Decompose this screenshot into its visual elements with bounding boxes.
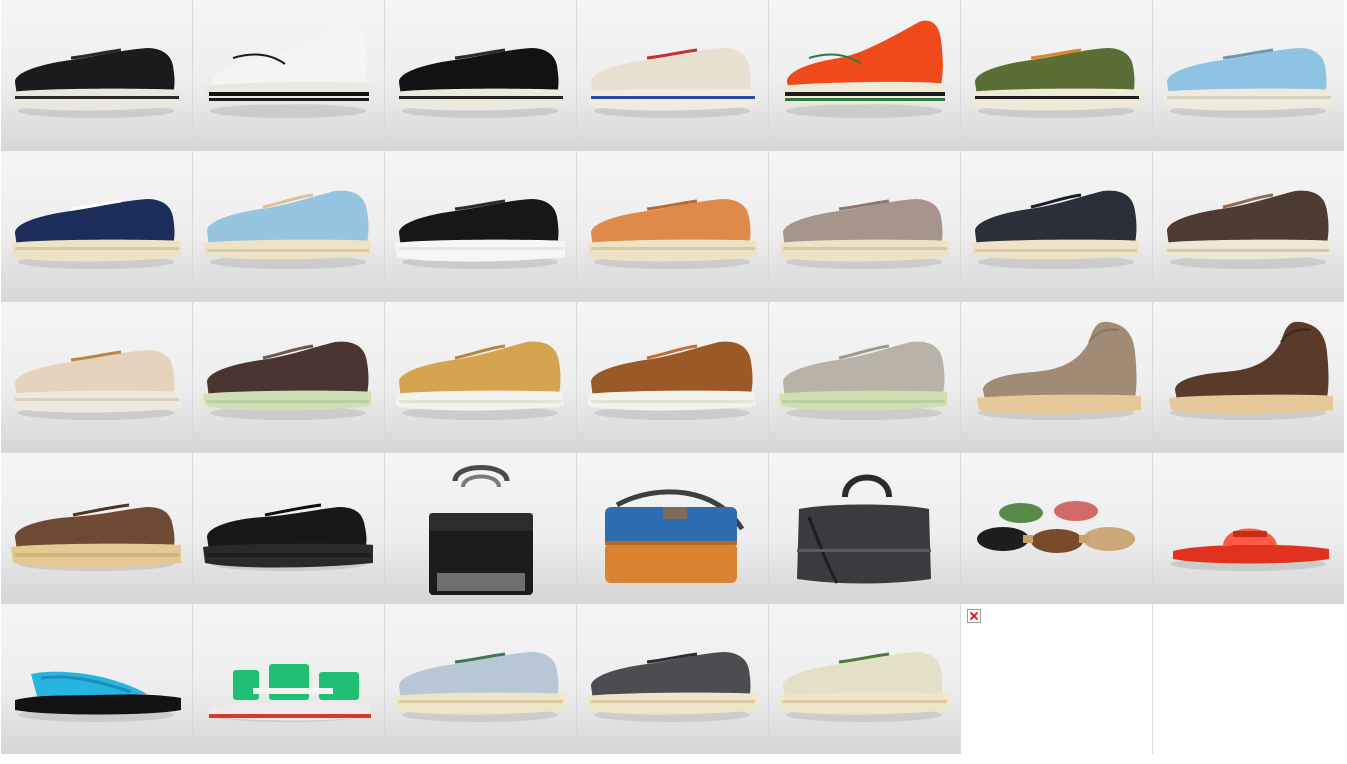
product-tile[interactable] [577, 453, 768, 603]
product-image [1169, 321, 1333, 420]
product-tile[interactable] [769, 453, 960, 603]
product-image [11, 503, 181, 571]
product-tile[interactable] [193, 604, 384, 754]
product-tile[interactable] [577, 302, 768, 452]
product-tile[interactable] [193, 302, 384, 452]
product-image [971, 190, 1139, 269]
product-image [587, 199, 757, 269]
product-image [11, 199, 181, 269]
product-image [781, 20, 945, 118]
product-image [429, 465, 533, 595]
product-tile[interactable] [1, 151, 192, 301]
product-image [977, 501, 1135, 553]
product-image [203, 503, 373, 571]
product-tile[interactable] [385, 453, 576, 603]
product-image [395, 652, 565, 722]
product-image [1170, 528, 1329, 571]
product-image [1163, 48, 1333, 118]
product-tile[interactable] [577, 604, 768, 754]
broken-image-icon [967, 609, 981, 623]
product-tile[interactable] [769, 302, 960, 452]
product-grid [1, 0, 1344, 754]
product-tile[interactable] [1153, 0, 1344, 150]
product-image [1163, 190, 1331, 269]
product-tile[interactable] [385, 302, 576, 452]
product-image [395, 199, 565, 269]
product-image [11, 48, 181, 118]
product-tile[interactable] [1, 453, 192, 603]
product-image [209, 664, 371, 722]
product-image [11, 350, 181, 420]
product-image [15, 671, 181, 722]
product-image [587, 341, 755, 420]
product-tile[interactable] [1153, 453, 1344, 603]
product-tile[interactable] [1, 604, 192, 754]
product-tile[interactable] [193, 151, 384, 301]
product-image [587, 652, 757, 722]
product-tile[interactable] [769, 0, 960, 150]
product-tile[interactable] [193, 453, 384, 603]
product-tile[interactable] [385, 0, 576, 150]
product-tile[interactable] [769, 151, 960, 301]
product-tile[interactable] [385, 604, 576, 754]
product-image [587, 48, 757, 118]
product-tile[interactable] [961, 151, 1152, 301]
product-image [797, 474, 931, 584]
product-image [779, 652, 949, 722]
product-image [205, 20, 369, 118]
product-tile[interactable] [961, 453, 1152, 603]
product-tile[interactable] [1153, 151, 1344, 301]
product-tile[interactable] [1153, 302, 1344, 452]
broken-image [961, 604, 1152, 754]
product-tile[interactable] [1, 0, 192, 150]
product-tile[interactable] [961, 302, 1152, 452]
product-image [977, 321, 1141, 420]
product-image [779, 199, 949, 269]
product-image [971, 48, 1141, 118]
product-tile[interactable] [193, 0, 384, 150]
product-image [395, 341, 563, 420]
product-image [203, 341, 371, 420]
product-image [605, 489, 745, 583]
product-tile[interactable] [1, 302, 192, 452]
product-tile[interactable] [577, 0, 768, 150]
product-image [203, 190, 371, 269]
product-tile[interactable] [385, 151, 576, 301]
product-image [779, 341, 947, 420]
product-image [395, 48, 565, 118]
product-tile[interactable] [769, 604, 960, 754]
product-tile[interactable] [961, 0, 1152, 150]
product-tile[interactable] [577, 151, 768, 301]
empty-cell [1153, 604, 1344, 754]
